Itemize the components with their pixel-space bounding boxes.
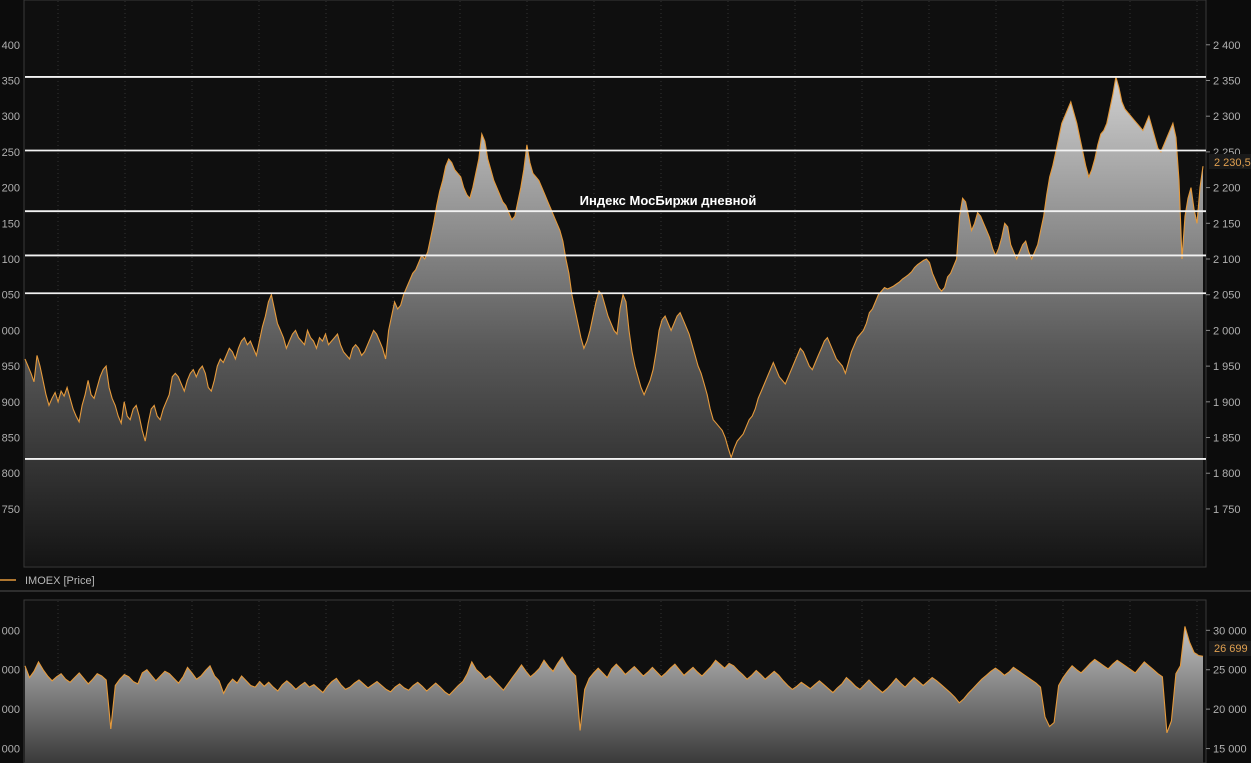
left-tick-label: 200: [2, 183, 20, 195]
right-tick-label: 1 900: [1213, 397, 1241, 409]
left-tick-label: 950: [2, 361, 20, 373]
left-tick-label: 000: [2, 325, 20, 337]
left-tick-label: 100: [2, 254, 20, 266]
left-tick-label: 150: [2, 218, 20, 230]
right-tick-label: 15 000: [1213, 744, 1247, 756]
left-tick-label: 900: [2, 397, 20, 409]
left-tick-label: 850: [2, 433, 20, 445]
right-tick-label: 1 750: [1213, 504, 1241, 516]
lower-last-value-badge: 26 699: [1214, 643, 1248, 655]
left-tick-label: 000: [2, 625, 20, 637]
right-tick-label: 2 300: [1213, 111, 1241, 123]
price-right-axis: 1 750 1 800 1 850 1 900 1 950 2 000 2 050 2 100…: [1206, 40, 1241, 516]
last-value-badge: 2 230,5: [1214, 157, 1251, 169]
right-tick-label: 1 850: [1213, 433, 1241, 445]
chart-annotation: Индекс МосБиржи дневной: [580, 193, 757, 208]
right-tick-label: 2 350: [1213, 75, 1241, 87]
left-tick-label: 050: [2, 290, 20, 302]
right-tick-label: 2 050: [1213, 290, 1241, 302]
left-tick-label: 250: [2, 147, 20, 159]
price-left-axis: 750 800 850 900 950 000 050 100 150 200 250 300 350 4…: [2, 40, 20, 516]
left-tick-label: 800: [2, 468, 20, 480]
left-tick-label: 000: [2, 704, 20, 716]
legend-label: IMOEX [Price]: [25, 575, 95, 587]
right-tick-label: 2 000: [1213, 325, 1241, 337]
left-tick-label: 400: [2, 40, 20, 52]
lower-left-axis: 000 000 000 000: [2, 625, 20, 755]
left-tick-label: 000: [2, 744, 20, 756]
right-tick-label: 2 200: [1213, 183, 1241, 195]
right-tick-label: 2 150: [1213, 218, 1241, 230]
right-tick-label: 1 950: [1213, 361, 1241, 373]
chart-area: 1 750 1 800 1 850 1 900 1 950 2 000 2 050 2 100…: [0, 0, 1251, 763]
left-tick-label: 000: [2, 665, 20, 677]
right-tick-label: 20 000: [1213, 704, 1247, 716]
right-tick-label: 25 000: [1213, 665, 1247, 677]
right-tick-label: 1 800: [1213, 468, 1241, 480]
right-tick-label: 30 000: [1213, 625, 1247, 637]
right-tick-label: 2 400: [1213, 40, 1241, 52]
left-tick-label: 750: [2, 504, 20, 516]
left-tick-label: 350: [2, 75, 20, 87]
right-tick-label: 2 100: [1213, 254, 1241, 266]
left-tick-label: 300: [2, 111, 20, 123]
